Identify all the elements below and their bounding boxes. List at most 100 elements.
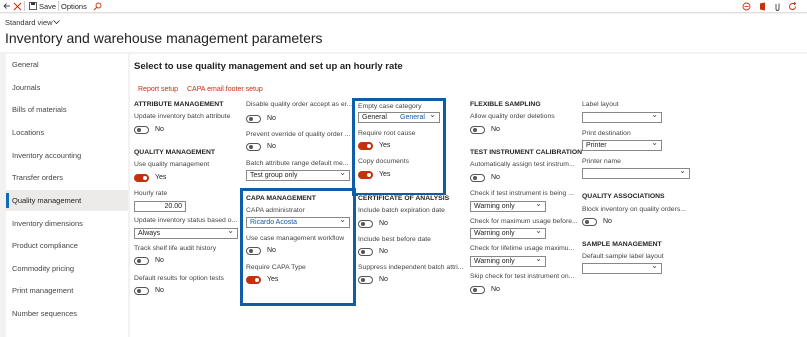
suppress-batch-toggle[interactable] (358, 276, 373, 284)
check-lifetime-label: Check for lifetime usage maximu... (470, 245, 575, 252)
link-icon[interactable] (742, 2, 751, 11)
empty-case-category-dropdown[interactable]: General General (358, 112, 440, 123)
allow-deletions-toggle[interactable] (470, 126, 485, 134)
require-capa-type-toggle[interactable] (246, 276, 261, 284)
refresh-icon[interactable] (788, 2, 797, 11)
view-selector[interactable]: Standard view (5, 18, 53, 27)
default-results-toggle[interactable] (134, 287, 149, 295)
nav-number-sequences[interactable]: Number sequences (6, 303, 128, 324)
printer-name-dropdown[interactable] (582, 168, 690, 179)
case-workflow-toggle[interactable] (246, 247, 261, 255)
nav-inventory-accounting[interactable]: Inventory accounting (6, 145, 128, 166)
print-destination-dropdown[interactable]: Printer (582, 140, 662, 151)
attribute-management-header: ATTRIBUTE MANAGEMENT (134, 101, 224, 108)
nav-quality-management[interactable]: Quality management (6, 190, 128, 211)
hourly-rate-label: Hourly rate (134, 190, 168, 197)
capa-admin-label: CAPA administrator (246, 207, 305, 214)
update-status-label: Update inventory status based o... (134, 217, 238, 224)
use-qm-toggle[interactable] (134, 174, 149, 182)
search-icon[interactable] (93, 2, 102, 11)
auto-assign-value: No (491, 174, 500, 181)
chevron-down-icon[interactable] (53, 20, 60, 25)
allow-deletions-label: Allow quality order deletions (470, 113, 555, 120)
certificate-of-analysis-header: CERTIFICATE OF ANALYSIS (358, 195, 450, 202)
sidebar: General Journals Bills of materials Loca… (6, 54, 128, 337)
nav-print-management[interactable]: Print management (6, 280, 128, 301)
attach-icon[interactable] (773, 2, 782, 11)
capa-email-footer-link[interactable]: CAPA email footer setup (187, 86, 263, 93)
skip-check-value: No (491, 286, 500, 293)
section-heading: Select to use quality management and set… (134, 61, 403, 72)
disable-accept-toggle[interactable] (246, 115, 261, 123)
nav-journals[interactable]: Journals (6, 77, 128, 98)
prevent-override-toggle[interactable] (246, 143, 261, 151)
quality-management-header: QUALITY MANAGEMENT (134, 149, 216, 156)
default-sample-layout-dropdown[interactable] (582, 263, 662, 274)
batch-range-dropdown[interactable]: Test group only (246, 170, 350, 181)
back-arrow-icon[interactable] (3, 2, 11, 10)
update-batch-value: No (155, 126, 164, 133)
report-setup-link[interactable]: Report setup (138, 86, 178, 93)
copy-documents-label: Copy documents (358, 158, 410, 165)
page-title: Inventory and warehouse management param… (5, 30, 323, 46)
nav-inventory-dimensions[interactable]: Inventory dimensions (6, 213, 128, 234)
disable-accept-label: Disable quality order accept as er... (246, 101, 353, 108)
update-batch-toggle[interactable] (134, 126, 149, 134)
quality-associations-header: QUALITY ASSOCIATIONS (582, 193, 665, 200)
capa-admin-dropdown[interactable]: Ricardo Acosta (246, 217, 350, 228)
save-icon[interactable] (29, 2, 37, 10)
flexible-sampling-header: FLEXIBLE SAMPLING (470, 101, 541, 108)
nav-bills-of-materials[interactable]: Bills of materials (6, 99, 128, 120)
include-expiration-label: Include batch expiration date (358, 207, 445, 214)
auto-assign-toggle[interactable] (470, 174, 485, 182)
nav-commodity-pricing[interactable]: Commodity pricing (6, 258, 128, 279)
update-batch-label: Update inventory batch attribute (134, 113, 231, 120)
options-tab[interactable]: Options (61, 1, 87, 12)
capa-management-header: CAPA MANAGEMENT (246, 195, 316, 202)
track-shelf-toggle[interactable] (134, 257, 149, 265)
require-root-cause-label: Require root cause (358, 130, 416, 137)
include-expiration-toggle[interactable] (358, 220, 373, 228)
suppress-batch-value: No (379, 276, 388, 283)
nav-product-compliance[interactable]: Product compliance (6, 235, 128, 256)
save-button[interactable]: Save (39, 1, 56, 12)
require-root-cause-toggle[interactable] (358, 142, 373, 150)
label-layout-dropdown[interactable] (582, 112, 662, 123)
block-inventory-toggle[interactable] (582, 218, 597, 226)
copy-documents-value: Yes (379, 171, 391, 178)
track-shelf-value: No (155, 257, 164, 264)
disable-accept-value: No (267, 115, 276, 122)
include-best-before-label: Include best before date (358, 236, 431, 243)
check-max-usage-dropdown[interactable]: Warning only (470, 228, 546, 239)
case-workflow-value: No (267, 247, 276, 254)
require-capa-type-label: Require CAPA Type (246, 264, 306, 271)
allow-deletions-value: No (491, 126, 500, 133)
office-icon[interactable] (758, 2, 767, 11)
case-workflow-label: Use case management workflow (246, 235, 345, 242)
hourly-rate-input[interactable]: 20.00 (134, 201, 186, 212)
printer-name-label: Printer name (582, 158, 621, 165)
check-lifetime-dropdown[interactable]: Warning only (470, 256, 546, 267)
include-best-before-value: No (379, 248, 388, 255)
skip-check-toggle[interactable] (470, 286, 485, 294)
nav-general[interactable]: General (6, 54, 128, 75)
nav-locations[interactable]: Locations (6, 122, 128, 143)
test-instrument-calibration-header: TEST INSTRUMENT CALIBRATION (470, 149, 583, 156)
include-best-before-toggle[interactable] (358, 248, 373, 256)
divider (58, 1, 59, 11)
require-root-cause-value: Yes (379, 142, 391, 149)
use-qm-label: Use quality management (134, 161, 210, 168)
suppress-batch-label: Suppress independent batch attri... (358, 264, 464, 271)
content-panel: Select to use quality management and set… (130, 54, 807, 337)
update-status-dropdown[interactable]: Always (134, 228, 238, 239)
case-category-input-text: General (362, 114, 387, 121)
nav-transfer-orders[interactable]: Transfer orders (6, 167, 128, 188)
page-header: Standard view Inventory and warehouse ma… (0, 14, 807, 52)
divider (24, 1, 25, 11)
close-icon[interactable] (13, 2, 22, 11)
require-capa-type-value: Yes (267, 276, 279, 283)
check-in-use-dropdown[interactable]: Warning only (470, 201, 546, 212)
default-results-value: No (155, 287, 164, 294)
copy-documents-toggle[interactable] (358, 171, 373, 179)
include-expiration-value: No (379, 220, 388, 227)
